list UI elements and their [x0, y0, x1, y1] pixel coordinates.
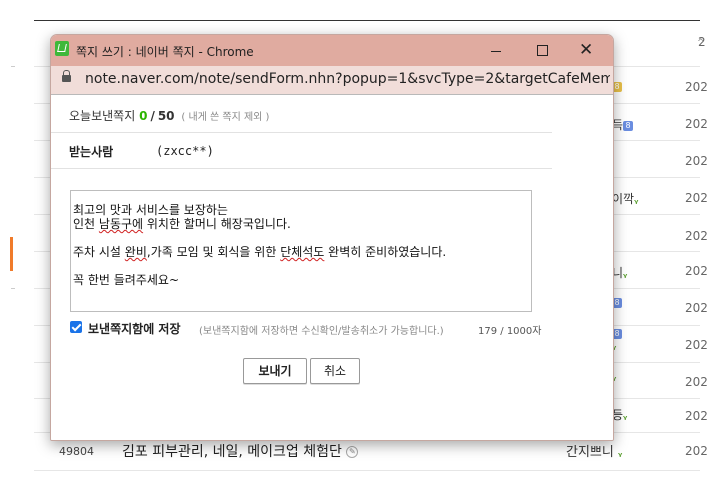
table-top-border — [34, 20, 700, 21]
background-date-cell: 2 — [698, 35, 706, 49]
window-titlebar[interactable]: 쪽지 쓰기 : 네이버 쪽지 - Chrome ✕ — [51, 35, 613, 66]
maximize-icon — [537, 45, 548, 56]
background-date-cell: 202 — [685, 375, 708, 389]
lock-icon[interactable] — [62, 70, 71, 82]
close-icon: ✕ — [579, 40, 594, 60]
post-number: 49804 — [59, 445, 94, 458]
recipient-label: 받는사람 — [69, 145, 114, 159]
post-author[interactable]: 간지쁘니 ᵧ — [566, 441, 622, 460]
edit-icon: ✎ — [346, 446, 359, 458]
message-fragment: 위치한 할머니 해장국입니다. — [143, 217, 291, 231]
background-date-cell: 202 — [685, 444, 708, 458]
message-line: 꼭 한번 들려주세요~ — [73, 273, 180, 287]
member-level-badge-icon: 8 — [623, 120, 634, 131]
sent-max: 50 — [157, 109, 175, 123]
post-author-name[interactable]: 간지쁘니 — [566, 445, 614, 460]
popup-window: 쪽지 쓰기 : 네이버 쪽지 - Chrome ✕ note.naver.com… — [50, 34, 614, 441]
message-line: 최고의 맛과 서비스를 보장하는 — [73, 203, 228, 217]
side-nav-active-marker — [10, 237, 13, 271]
background-author-cell[interactable]: 등ᵧ — [612, 406, 627, 423]
spellcheck-word: 남동구에 — [98, 217, 144, 231]
minimize-icon — [491, 51, 501, 52]
background-author-cell[interactable]: 니ᵧ — [612, 264, 627, 281]
note-form: 오늘보낸쪽지 0/50 ( 내게 쓴 쪽지 제외 ) 받는사람 (zxcc**)… — [51, 95, 613, 440]
maximize-button[interactable] — [519, 35, 565, 66]
background-date-cell: 202 — [685, 338, 708, 352]
sent-today-label: 오늘보낸쪽지 — [69, 109, 136, 123]
divider — [51, 168, 552, 169]
side-tick — [11, 288, 15, 289]
window-title: 쪽지 쓰기 : 네이버 쪽지 - Chrome — [76, 45, 254, 59]
message-textarea[interactable]: 최고의 맛과 서비스를 보장하는 인천 남동구에 위치한 할머니 해장국입니다.… — [70, 190, 532, 312]
count-separator: / — [150, 109, 155, 123]
background-date-cell: 202 — [685, 117, 708, 131]
background-author-name[interactable]: 이깍 — [612, 192, 634, 206]
message-text[interactable]: 최고의 맛과 서비스를 보장하는 인천 남동구에 위치한 할머니 해장국입니다.… — [73, 203, 523, 287]
message-fragment: ,가족 모임 및 회식을 위한 — [146, 245, 281, 259]
send-button[interactable]: 보내기 — [243, 358, 307, 384]
save-to-sent-checkbox[interactable] — [70, 321, 82, 333]
naver-note-app-icon — [55, 41, 69, 56]
background-date-cell: 202 — [685, 301, 708, 315]
sent-today-counter: 오늘보낸쪽지 0/50 ( 내게 쓴 쪽지 제외 ) — [69, 107, 269, 124]
background-date-cell: 202 — [685, 154, 708, 168]
post-title-text[interactable]: 김포 피부관리, 네일, 메이크업 체험단 — [122, 444, 342, 460]
side-tick — [11, 66, 15, 67]
leaf-icon: ᵧ — [623, 269, 628, 280]
minimize-button[interactable] — [473, 35, 519, 66]
recipient-value: (zxcc**) — [156, 144, 214, 158]
save-to-sent-note: (보낸쪽지함에 저장하면 수신확인/발송취소가 가능합니다.) — [199, 326, 444, 337]
close-button[interactable]: ✕ — [565, 35, 611, 66]
background-date-cell: 202 — [685, 80, 708, 94]
address-bar[interactable]: note.naver.com/note/sendForm.nhn?popup=1… — [51, 66, 613, 95]
spellcheck-word: 단체석도 — [280, 245, 325, 259]
background-date-cell: 202 — [685, 191, 708, 205]
leaf-icon: ᵧ — [623, 411, 628, 422]
url-text[interactable]: note.naver.com/note/sendForm.nhn?popup=1… — [85, 71, 610, 87]
sent-today-note: ( 내게 쓴 쪽지 제외 ) — [181, 112, 270, 123]
background-date-cell: 202 — [685, 229, 708, 243]
message-fragment: 인천 — [73, 217, 99, 231]
message-fragment: 완벽히 준비하였습니다. — [324, 245, 447, 259]
message-fragment: 주차 시설 — [73, 245, 125, 259]
leaf-icon: ᵧ — [617, 448, 623, 459]
char-counter: 179 / 1000자 — [478, 326, 542, 337]
background-row-divider — [34, 470, 700, 471]
save-to-sent-label[interactable]: 보낸쪽지함에 저장 — [88, 320, 181, 337]
background-author-cell[interactable]: 득8 — [612, 116, 634, 133]
cancel-button[interactable]: 취소 — [310, 358, 360, 384]
divider — [51, 132, 552, 133]
background-date-cell: 202 — [685, 264, 708, 278]
sent-count: 0 — [139, 109, 148, 123]
leaf-icon: ᵧ — [634, 195, 639, 206]
background-author-cell[interactable]: 이깍ᵧ — [612, 190, 638, 207]
post-title[interactable]: 김포 피부관리, 네일, 메이크업 체험단 ✎ — [122, 441, 359, 461]
spellcheck-word: 완비 — [124, 245, 147, 259]
background-date-cell: 202 — [685, 409, 708, 423]
